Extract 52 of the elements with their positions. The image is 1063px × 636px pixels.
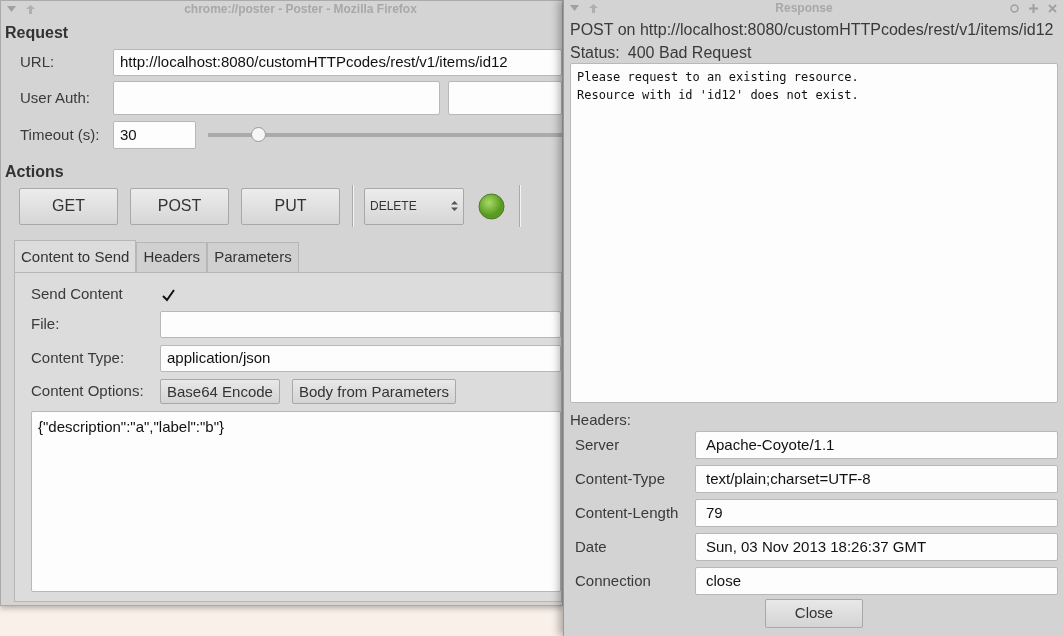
tab[interactable]: Headers	[136, 242, 208, 272]
password-field[interactable]	[448, 81, 562, 115]
section-label: Headers:	[570, 410, 631, 430]
option-button[interactable]: Base64 Encode	[160, 379, 280, 404]
slider-thumb[interactable]	[250, 126, 266, 142]
field-label: Content Options:	[31, 381, 145, 402]
header-value-field[interactable]: close	[695, 567, 1058, 595]
send-content-checkbox[interactable]	[161, 287, 176, 303]
field-label: URL:	[20, 52, 56, 73]
file-field[interactable]	[160, 311, 561, 338]
header-value-field[interactable]: text/plain;charset=UTF-8	[695, 465, 1058, 493]
spinner-arrows-icon[interactable]	[451, 200, 458, 212]
method-select[interactable]: DELETE	[364, 187, 464, 225]
tab[interactable]: Parameters	[207, 242, 299, 272]
field-label: File:	[31, 314, 61, 335]
status-label: Status:	[570, 43, 620, 63]
collapse-icon[interactable]	[570, 5, 579, 13]
section-heading: Actions	[5, 162, 64, 182]
request-summary: POST on http://localhost:8080/customHTTPcodes/rest/v1/items/id12	[570, 20, 1054, 40]
field-label: User Auth:	[20, 87, 92, 108]
collapse-icon[interactable]	[7, 6, 16, 14]
header-value-field[interactable]: 79	[695, 499, 1058, 527]
header-name: Content-Type	[575, 468, 667, 489]
header-name: Content-Length	[575, 502, 680, 523]
raise-icon[interactable]	[26, 5, 35, 15]
content-type-field[interactable]: application/json	[160, 345, 561, 372]
close-button[interactable]: Close	[765, 599, 863, 628]
username-field[interactable]	[113, 81, 440, 115]
status-light-icon	[478, 192, 505, 220]
url-field[interactable]: http://localhost:8080/customHTTPcodes/rest/v1/items/id12	[113, 49, 562, 76]
timeout-field[interactable]: 30	[113, 121, 196, 149]
maximize-icon[interactable]	[1029, 4, 1038, 14]
header-name: Date	[575, 536, 608, 557]
field-label: Timeout (s):	[20, 124, 101, 145]
response-body[interactable]: Please request to an existing resource. Resource with id 'id12' does not exist.	[570, 63, 1058, 403]
tab[interactable]: Content to Send	[14, 240, 137, 272]
method-button[interactable]: POST	[130, 187, 229, 225]
field-label: Content Type:	[31, 348, 126, 369]
body-textarea[interactable]: {"description":"a","label":"b"}	[31, 410, 561, 592]
checkbox-label: Send Content	[31, 284, 124, 305]
close-icon[interactable]	[1048, 4, 1057, 14]
minimize-icon[interactable]	[1010, 4, 1019, 14]
section-heading: Request	[5, 23, 69, 43]
header-name: Server	[575, 434, 621, 455]
method-button[interactable]: PUT	[241, 187, 340, 225]
option-button[interactable]: Body from Parameters	[291, 379, 456, 404]
header-value-field[interactable]: Apache-Coyote/1.1	[695, 431, 1058, 459]
status-value: 400 Bad Request	[627, 43, 752, 63]
raise-icon[interactable]	[589, 4, 598, 14]
method-button[interactable]: GET	[19, 187, 118, 225]
header-name: Connection	[575, 570, 652, 591]
header-value-field[interactable]: Sun, 03 Nov 2013 18:26:37 GMT	[695, 533, 1058, 561]
